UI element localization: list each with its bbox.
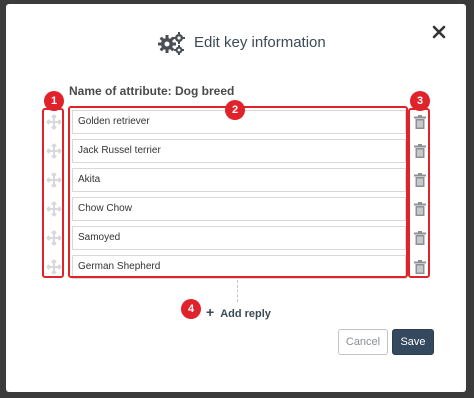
annotation-badge-3: 3 [410, 91, 430, 111]
modal-header: Edit key information [6, 4, 466, 80]
cancel-button[interactable]: Cancel [338, 329, 388, 355]
attribute-name-label: Name of attribute: Dog breed [69, 84, 235, 98]
close-icon[interactable] [431, 24, 447, 40]
save-button[interactable]: Save [392, 329, 434, 355]
annotation-badge-2: 2 [225, 100, 245, 120]
plus-icon: + [206, 304, 215, 320]
annotation-badge-4: 4 [181, 299, 201, 319]
edit-key-modal: Edit key information Name of attribute: … [6, 4, 466, 392]
annotation-box-delete [408, 108, 430, 278]
annotation-box-replies [68, 106, 408, 278]
annotation-box-handles [42, 108, 64, 278]
annotation-badge-1: 1 [44, 91, 64, 111]
modal-title: Edit key information [194, 34, 326, 51]
gears-icon [158, 32, 185, 55]
add-reply-button[interactable]: + Add reply [206, 304, 271, 322]
add-reply-label: Add reply [220, 308, 271, 320]
connector-line [237, 280, 238, 302]
